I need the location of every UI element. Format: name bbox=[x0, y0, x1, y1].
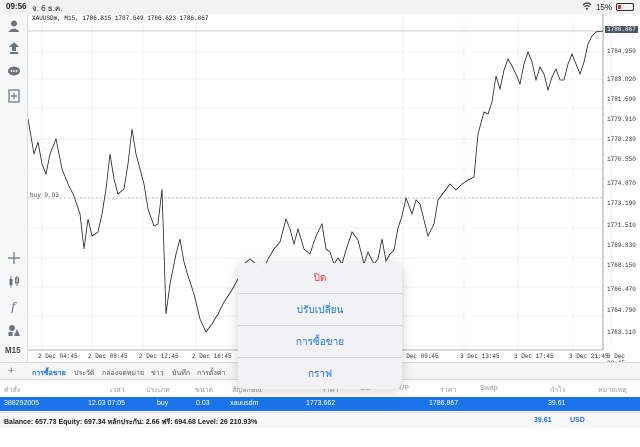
time-tick-label: 3 Dec 17:45 bbox=[514, 353, 554, 360]
objects-icon[interactable] bbox=[4, 320, 24, 340]
price-tick-label: 1773.190 bbox=[607, 200, 636, 207]
price-tick-label: 1768.150 bbox=[607, 262, 636, 269]
time-tick-label: 2 Dec 12:45 bbox=[139, 353, 179, 360]
total-profit: 39.61 bbox=[534, 417, 552, 424]
chat-icon[interactable] bbox=[4, 62, 24, 82]
chart-symbol-info: XAUUSDm, M15, 1786.815 1787.649 1786.623… bbox=[32, 15, 209, 22]
row-ticket: 388292005 bbox=[4, 400, 40, 407]
row-current-price: 1786.867 bbox=[429, 400, 459, 407]
price-tick-label: 1764.790 bbox=[607, 307, 636, 314]
tab-news[interactable]: ข่าว bbox=[151, 368, 164, 379]
modify-position-button[interactable]: ปรับเปลี่ยน bbox=[238, 295, 402, 326]
current-price-tag: 1786.867 bbox=[605, 26, 638, 33]
time-tick-label: 2 Dec 08:45 bbox=[88, 353, 128, 360]
add-icon[interactable]: + bbox=[8, 365, 14, 377]
wifi-icon bbox=[582, 2, 592, 12]
col-order: คำสั่ง bbox=[4, 387, 21, 394]
tab-trade[interactable]: การซื้อขาย bbox=[32, 368, 66, 379]
col-price: ราคา bbox=[440, 387, 457, 394]
candles-icon[interactable] bbox=[4, 272, 24, 292]
price-tick-label: 1774.870 bbox=[607, 180, 636, 187]
row-volume: 0.03 bbox=[196, 400, 210, 407]
timeframe-label[interactable]: M15 bbox=[5, 346, 21, 355]
bottom-area bbox=[0, 428, 640, 447]
svg-text:f: f bbox=[10, 300, 18, 313]
price-tick-label: 1784.950 bbox=[607, 48, 636, 55]
battery-percent: 15% bbox=[595, 2, 612, 12]
account-summary: Balance: 657.73 Equity: 697.34 หลักประกั… bbox=[0, 412, 640, 428]
table-row[interactable]: 388292005 12.03 07:05 buy 0.03 xauusdm 1… bbox=[0, 397, 640, 411]
crosshair-icon[interactable] bbox=[4, 248, 24, 268]
row-symbol: xauusdm bbox=[230, 400, 259, 407]
col-profit: กำไร bbox=[550, 387, 566, 394]
price-tick-label: 1766.470 bbox=[607, 286, 636, 293]
row-profit: 39.61 bbox=[548, 400, 566, 407]
price-tick-label: 1783.020 bbox=[607, 76, 636, 83]
time-tick-label: 3 Dec 21:45 bbox=[569, 353, 609, 360]
trade-button[interactable]: การซื้อขาย bbox=[238, 327, 402, 358]
battery-icon bbox=[616, 3, 634, 11]
time-tick-label: 3 Dec 09:45 bbox=[399, 353, 439, 360]
col-comment: หมายเหตุ bbox=[598, 387, 627, 394]
currency-label: USD bbox=[570, 417, 585, 424]
close-position-button[interactable]: ปิด bbox=[238, 263, 402, 294]
status-time: 09:56 bbox=[6, 2, 27, 11]
row-time: 12.03 07:05 bbox=[88, 400, 125, 407]
tab-mailbox[interactable]: กล่องจดหมาย bbox=[102, 368, 144, 379]
price-tick-label: 1769.830 bbox=[607, 242, 636, 249]
function-icon[interactable]: f bbox=[4, 296, 24, 316]
price-tick-label: 1776.550 bbox=[607, 156, 636, 163]
tab-journal[interactable]: บันทึก bbox=[172, 368, 190, 379]
price-tick-label: 1771.510 bbox=[607, 222, 636, 229]
tab-settings[interactable]: การตั้งค่า bbox=[197, 368, 226, 379]
col-time: เวลา bbox=[110, 387, 125, 394]
time-tick-label: 2 Dec 04:45 bbox=[38, 353, 78, 360]
trade-icon[interactable] bbox=[4, 38, 24, 58]
chart-button[interactable]: กราฟ bbox=[238, 359, 402, 389]
col-swap: Swap bbox=[480, 385, 498, 392]
time-tick-label: 3 Dec 13:45 bbox=[460, 353, 500, 360]
price-tick-label: 1778.230 bbox=[607, 136, 636, 143]
col-volume: ขนาด bbox=[195, 387, 214, 394]
tab-history[interactable]: ประวัติ bbox=[74, 368, 94, 379]
action-sheet: ปิด ปรับเปลี่ยน การซื้อขาย กราฟ bbox=[238, 263, 402, 389]
col-type: ประเภท bbox=[146, 387, 170, 394]
status-bar: 09:56 จ. 6 ธ.ค. 15% bbox=[0, 0, 640, 14]
buy-position-label: buy 0.03 bbox=[30, 192, 59, 199]
price-tick-label: 1779.910 bbox=[607, 116, 636, 123]
chart-toolbar: f M15 bbox=[0, 14, 28, 362]
add-chart-icon[interactable] bbox=[4, 86, 24, 106]
row-open-price: 1773.662 bbox=[306, 400, 336, 407]
row-type: buy bbox=[157, 400, 169, 407]
status-right: 15% bbox=[582, 2, 634, 12]
time-tick-label: 2 Dec 16:45 bbox=[192, 353, 232, 360]
person-icon[interactable] bbox=[4, 16, 24, 36]
price-tick-label: 1763.110 bbox=[607, 329, 636, 336]
price-tick-label: 1781.590 bbox=[607, 96, 636, 103]
balance-text: Balance: 657.73 Equity: 697.34 หลักประกั… bbox=[4, 419, 258, 426]
